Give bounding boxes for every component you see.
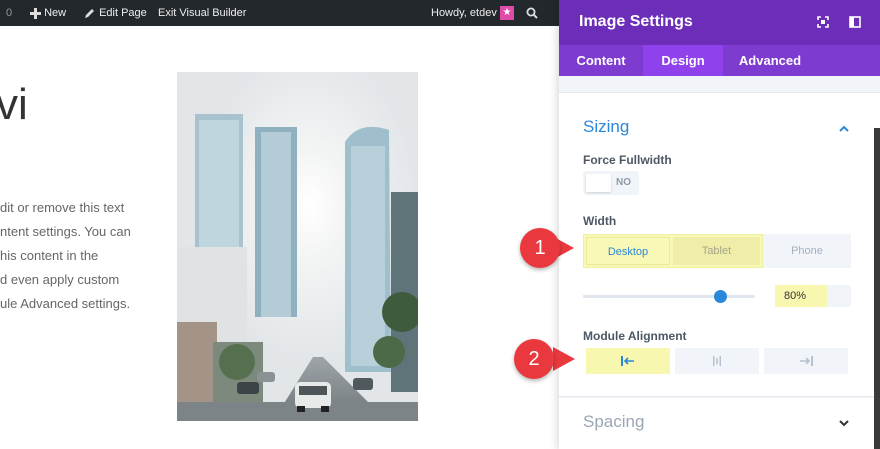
- callout-2: 2: [514, 339, 554, 379]
- tab-content[interactable]: Content: [559, 45, 643, 76]
- panel-tabs: Content Design Advanced: [559, 45, 880, 76]
- sizing-title[interactable]: Sizing: [583, 117, 629, 137]
- toggle-knob: [586, 174, 611, 192]
- chevron-down-icon[interactable]: [837, 416, 851, 430]
- paragraph-line: dit or remove this text: [0, 200, 125, 215]
- pencil-icon: [85, 9, 94, 19]
- spacing-title[interactable]: Spacing: [583, 412, 644, 432]
- image-settings-panel: Image Settings Content Design Advanced S…: [559, 0, 880, 449]
- avatar[interactable]: ★: [500, 6, 514, 20]
- panel-header: Image Settings: [559, 0, 880, 45]
- width-value-input[interactable]: 80%: [775, 285, 851, 307]
- paragraph-line: ule Advanced settings.: [0, 296, 131, 311]
- toggle-value: NO: [616, 177, 631, 188]
- align-center-icon: [713, 356, 721, 366]
- align-center-button[interactable]: [675, 348, 759, 374]
- force-fullwidth-toggle[interactable]: NO: [583, 171, 639, 195]
- edit-page-label: Edit Page: [99, 7, 147, 19]
- admin-bar: 0 New Edit Page Exit Visual Builder Howd…: [0, 0, 560, 26]
- device-tab-desktop[interactable]: Desktop: [586, 237, 670, 265]
- panel-scrollbar[interactable]: [874, 128, 880, 449]
- screen: 0 New Edit Page Exit Visual Builder Howd…: [0, 0, 880, 449]
- width-slider-handle[interactable]: [714, 290, 728, 303]
- width-slider-track[interactable]: [583, 295, 755, 298]
- tab-design[interactable]: Design: [643, 45, 723, 76]
- panel-title: Image Settings: [579, 13, 693, 30]
- comments-count[interactable]: 0: [6, 0, 12, 26]
- search-icon[interactable]: [526, 7, 538, 19]
- city-street-image[interactable]: [177, 72, 418, 421]
- expand-icon[interactable]: [817, 16, 829, 28]
- account-greeting[interactable]: Howdy, etdev: [431, 0, 497, 26]
- exit-visual-builder-link[interactable]: Exit Visual Builder: [158, 0, 246, 26]
- callout-2-pointer: [553, 347, 575, 371]
- sizing-section: Sizing Force Fullwidth NO Width Desktop …: [559, 92, 880, 397]
- force-fullwidth-label: Force Fullwidth: [583, 153, 672, 167]
- plus-icon: [30, 7, 41, 19]
- paragraph-line: his content in the: [0, 248, 99, 263]
- device-tab-tablet[interactable]: Tablet: [673, 237, 760, 265]
- page-heading: vi: [0, 80, 28, 129]
- sidebar-toggle-icon[interactable]: [849, 16, 861, 28]
- width-value: 80%: [784, 290, 807, 302]
- chevron-up-icon[interactable]: [837, 122, 851, 136]
- align-left-icon: [621, 356, 634, 366]
- callout-1: 1: [520, 228, 560, 268]
- align-right-button[interactable]: [764, 348, 848, 374]
- device-tab-phone[interactable]: Phone: [763, 234, 851, 268]
- new-label: New: [44, 7, 67, 19]
- tab-advanced[interactable]: Advanced: [723, 45, 817, 76]
- edit-page-link[interactable]: Edit Page: [84, 0, 147, 26]
- paragraph-line: d even apply custom: [0, 272, 120, 287]
- align-left-button[interactable]: [586, 348, 670, 374]
- spacing-section[interactable]: Spacing: [559, 398, 880, 449]
- module-alignment-label: Module Alignment: [583, 329, 687, 343]
- width-slider-fill: [583, 295, 721, 298]
- page-paragraph: dit or remove this text ntent settings. …: [0, 196, 160, 316]
- paragraph-line: ntent settings. You can: [0, 224, 131, 239]
- width-label: Width: [583, 214, 617, 228]
- city-street-illustration: [177, 72, 418, 421]
- new-menu[interactable]: New: [30, 0, 66, 26]
- align-right-icon: [800, 356, 813, 366]
